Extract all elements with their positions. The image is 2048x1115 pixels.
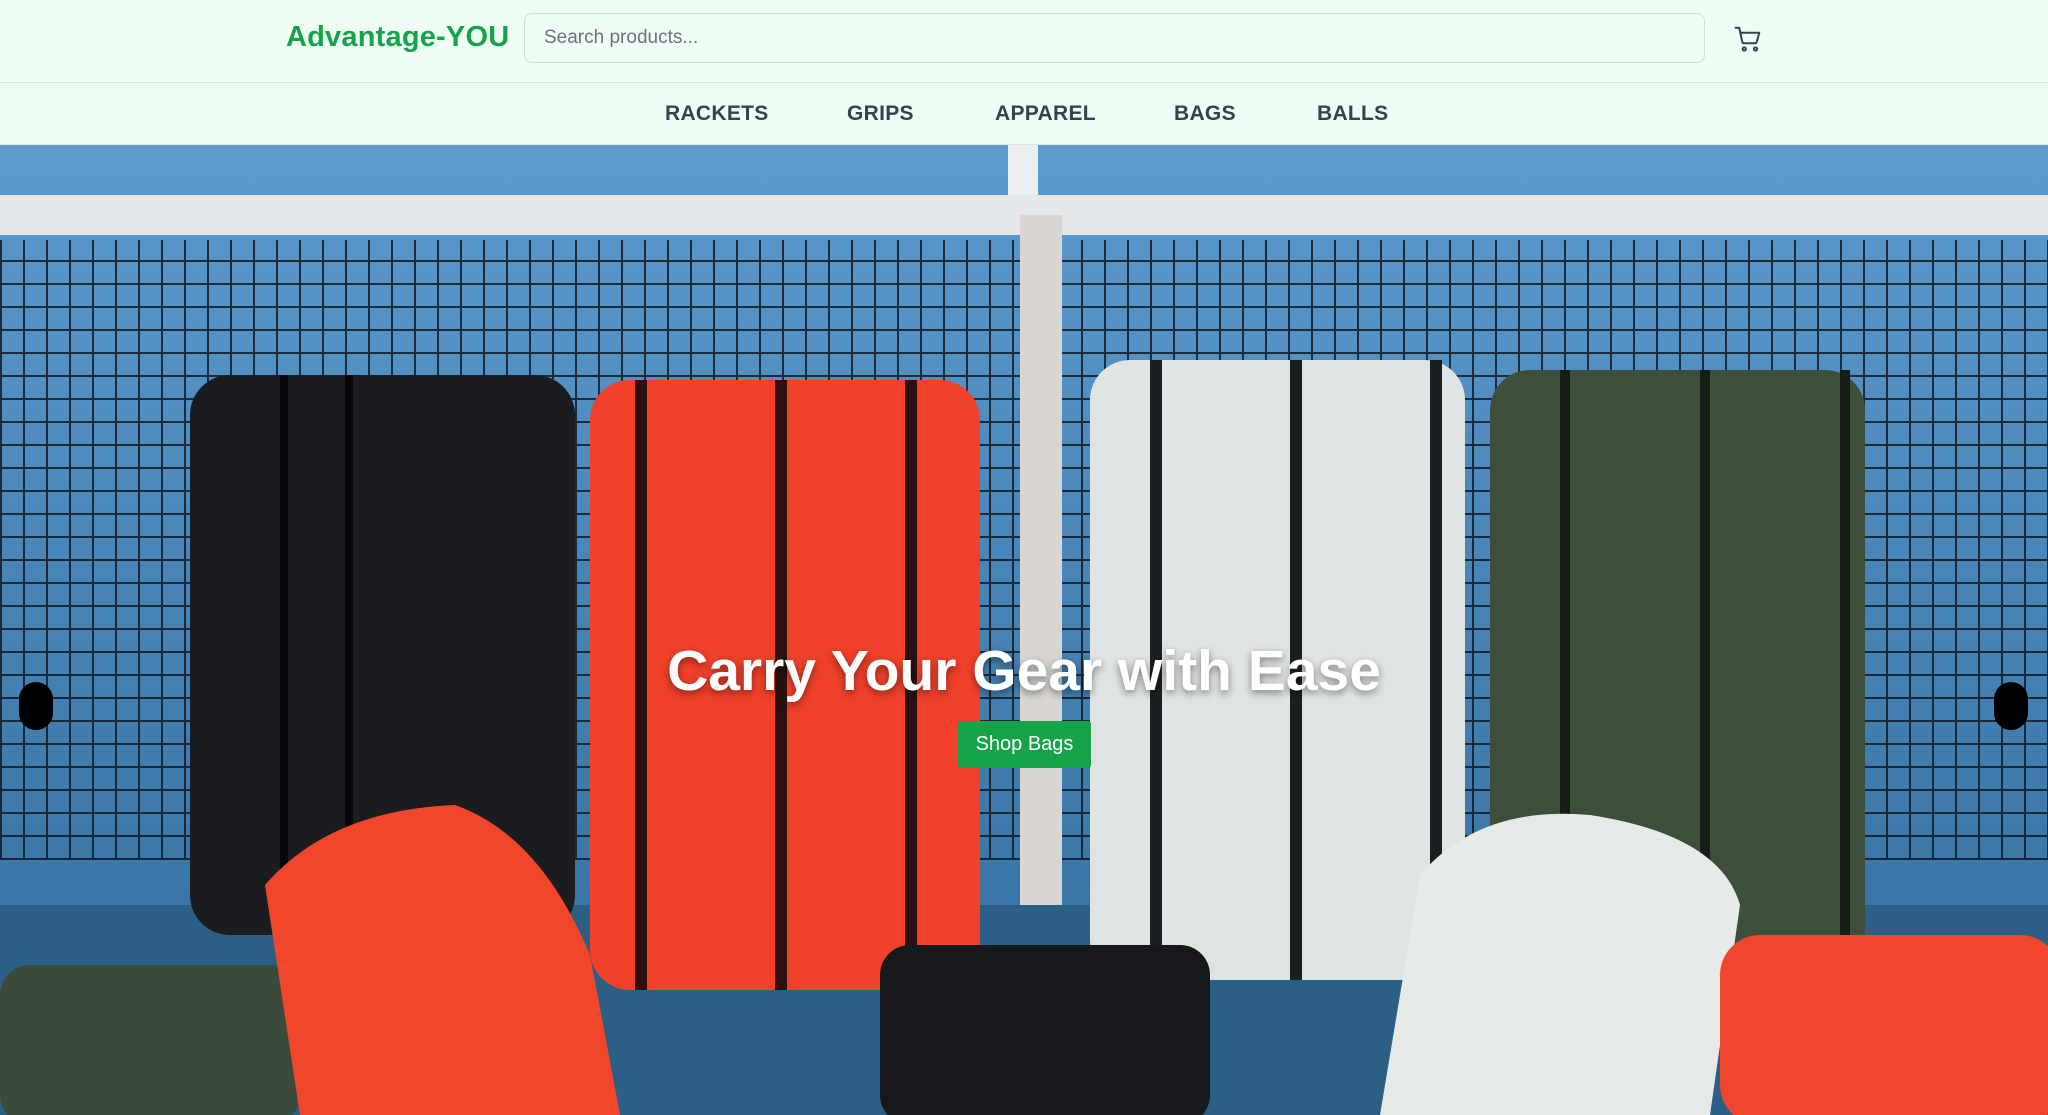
hero-title: Carry Your Gear with Ease [667, 639, 1381, 703]
main-nav: RACKETS GRIPS APPAREL BAGS BALLS [0, 84, 2048, 145]
hero-banner: Carry Your Gear with Ease Shop Bags [0, 145, 2048, 1115]
nav-item-bags[interactable]: BAGS [1174, 102, 1236, 126]
nav-item-grips[interactable]: GRIPS [847, 102, 914, 126]
shop-bags-button[interactable]: Shop Bags [958, 721, 1091, 768]
hero-image [0, 145, 2048, 1115]
nav-item-balls[interactable]: BALLS [1317, 102, 1389, 126]
top-bar: Advantage-YOU [0, 0, 2048, 83]
site-logo[interactable]: Advantage-YOU [286, 21, 509, 54]
nav-item-apparel[interactable]: APPAREL [995, 102, 1096, 126]
search-input[interactable] [524, 13, 1705, 63]
carousel-prev-icon[interactable] [19, 682, 53, 730]
cart-icon[interactable] [1733, 24, 1763, 54]
carousel-next-icon[interactable] [1994, 682, 2028, 730]
nav-item-rackets[interactable]: RACKETS [665, 102, 769, 126]
